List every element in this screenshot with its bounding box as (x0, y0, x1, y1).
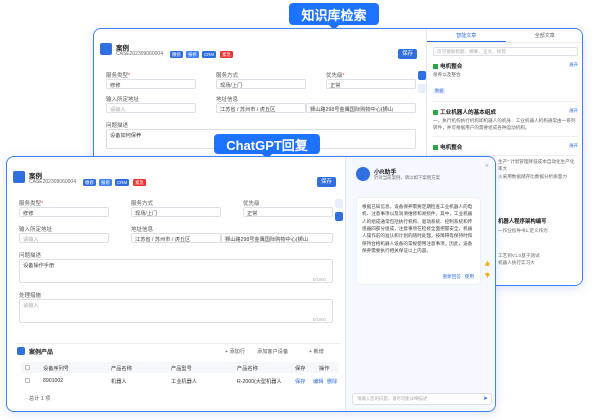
service-type-label: 服务类型* (19, 201, 44, 207)
products-section (15, 343, 341, 344)
service-type-label: 服务类型* (106, 73, 131, 79)
address-label: 输入所定地址 (106, 97, 140, 103)
send-icon[interactable]: ➤ (483, 395, 488, 402)
issue-label: 问题描述 (106, 123, 129, 129)
knowledge-toggle-icon[interactable] (418, 71, 426, 80)
expand-link[interactable]: 展开 (569, 143, 578, 149)
regenerate-link[interactable]: 重新回答 (443, 274, 461, 279)
bot-avatar (356, 167, 370, 181)
chat-reply-bubble: 根据已知信息，设备保养需要定期检查工业机器人的电机、注意事项以及润滑维修和易损件… (356, 197, 481, 285)
add-row-button[interactable]: + 添加行 (225, 348, 245, 355)
char-counter: 0/1000 (313, 277, 326, 282)
service-method-label: 服务方式 (131, 201, 154, 207)
total-count: 总计 1 项 (29, 396, 51, 402)
chatgpt-reply-label: ChatGPT回复 (214, 134, 320, 159)
save-button[interactable]: 保存 (398, 49, 418, 59)
badge: 缴修 (170, 51, 183, 58)
addr-info-label: 地址信息 (216, 97, 239, 103)
handle-textarea[interactable]: 请输入 (19, 299, 333, 323)
thumbs-up-icon[interactable]: 👍 (484, 261, 490, 267)
badge: 紧急 (220, 51, 233, 58)
priority-label: 优先级 (243, 201, 260, 207)
products-icon (17, 347, 25, 355)
chat-panel: 小R助手 针对当前案例，请以如下案例方案 × 根据已知信息，设备保养需要定期检查… (345, 157, 495, 411)
address-input[interactable]: 请输入 (106, 103, 196, 113)
knowledge-item[interactable]: 展开 电机整合 保养以及整合 数据 (433, 62, 578, 102)
case-icon (100, 43, 112, 55)
badge: CRM (115, 179, 129, 186)
side-toolbar (335, 199, 343, 225)
address-label: 输入所定地址 (19, 227, 53, 233)
badge: 紧急 (133, 179, 146, 186)
badge: CRM (202, 51, 216, 58)
service-type-select[interactable]: 修修 (106, 79, 196, 89)
chat-input[interactable]: 请输入您的问题，请尽可能详细描述 ➤ (352, 393, 492, 405)
issue-label: 问题描述 (19, 253, 42, 259)
region-select[interactable]: 江苏省 / 苏州市 / 虎丘区 (216, 103, 306, 113)
tab-smart-articles[interactable]: 智能文章 (427, 29, 506, 42)
knowledge-item[interactable]: 展开 工业机器人的基本组成 一、执行机构执行机构即机器人的机身、工业机器人机构通… (433, 108, 578, 137)
products-title: 案例产品 (29, 350, 54, 356)
use-link[interactable]: 使用 (465, 274, 474, 279)
handle-label: 处理措施 (19, 293, 42, 299)
edit-link[interactable]: 编辑 (313, 378, 323, 385)
close-icon[interactable]: × (485, 163, 489, 170)
badge: 缴修 (83, 179, 96, 186)
tab-all-articles[interactable]: 全部文章 (506, 29, 583, 42)
region-select[interactable]: 江苏省 / 苏州市 / 虎丘区 (131, 233, 221, 243)
char-counter: 0/1000 (313, 317, 326, 322)
case-number: CASE202309060004 (29, 179, 76, 185)
addr-info-label: 地址信息 (131, 227, 154, 233)
knowledge-toggle-icon[interactable] (335, 199, 343, 208)
table-header-row: 设备序列号 产品名称 产品型号 产品名称 保存 操作 (21, 362, 339, 373)
street-input[interactable]: 狮山路298号金鹰国际购物中心(狮山 (306, 103, 416, 113)
service-method-label: 服务方式 (216, 73, 239, 79)
chat-toggle-icon[interactable] (418, 84, 426, 93)
expand-link[interactable]: 展开 (569, 62, 578, 68)
street-input[interactable]: 狮山路298号金鹰国际购物中心(狮山 (221, 233, 333, 243)
case-window-chat: 案例 CASE202309060004 缴修 报修 CRM 紧急 保存 服务类型… (6, 156, 496, 412)
thumbs-down-icon[interactable]: 👎 (484, 273, 490, 279)
chat-toggle-icon[interactable] (335, 212, 343, 221)
row-checkbox[interactable] (25, 378, 30, 383)
add-customer-device-button[interactable]: 添加客户设备 (257, 348, 288, 355)
bot-subtitle: 针对当前案例，请以如下案例方案 (374, 175, 440, 180)
priority-label: 优先级* (326, 73, 345, 79)
case-number: CASE202309060004 (116, 51, 163, 57)
side-toolbar (418, 71, 426, 93)
address-input[interactable]: 请输入 (19, 233, 109, 243)
knowledge-search-input[interactable]: 仅可搜索标题、摘要、正文、标签 (433, 47, 578, 56)
table-row[interactable]: 8901002 机器人 工业机器人 R-2000(大型机器人 保存 编辑 删除 (21, 375, 339, 386)
delete-link[interactable]: 删除 (327, 378, 337, 385)
tag: 数据 (433, 87, 446, 94)
knowledge-item[interactable]: 展开 电机整合 (433, 143, 578, 156)
issue-textarea[interactable]: 设备操作手册 (19, 259, 333, 283)
service-method-select[interactable]: 现场/上门 (216, 79, 306, 89)
priority-select[interactable]: 正常 (326, 79, 416, 89)
knowledge-tail: 生产" 计划管理降低成本自动化生产化率大 火采用数据储存比数据分析质量力 机器人… (498, 159, 575, 266)
expand-link[interactable]: 展开 (569, 108, 578, 114)
service-method-select[interactable]: 现场/上门 (131, 207, 221, 217)
badge: 报修 (99, 179, 112, 186)
kb-search-label: 知识库检索 (289, 3, 379, 30)
badge: 报修 (186, 51, 199, 58)
save-button[interactable]: 保存 (317, 177, 337, 187)
service-type-select[interactable]: 修修 (19, 207, 109, 217)
priority-select[interactable]: 正常 (243, 207, 333, 217)
case-icon (13, 171, 25, 183)
new-button[interactable]: + 新增 (309, 348, 324, 355)
select-all-checkbox[interactable] (25, 365, 30, 370)
